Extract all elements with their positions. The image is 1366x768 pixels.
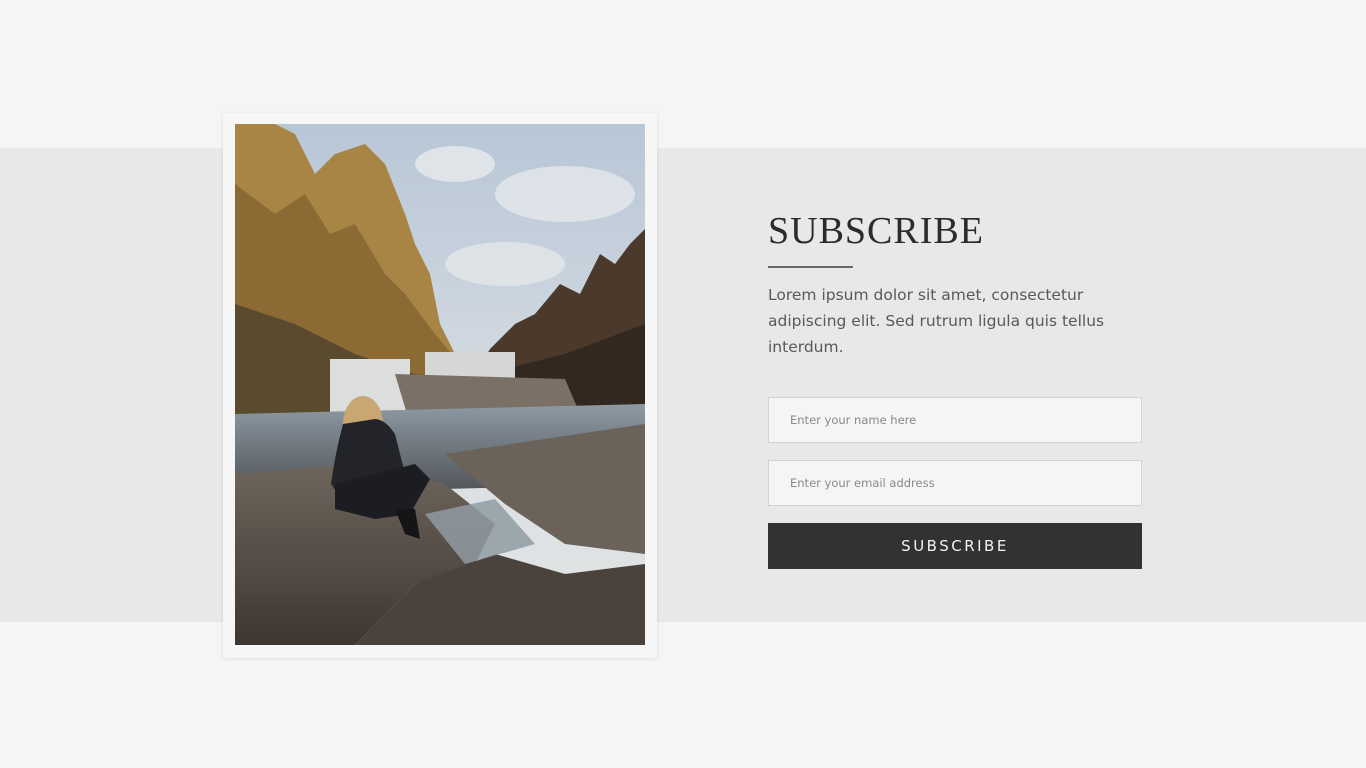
subscribe-button[interactable]: SUBSCRIBE (768, 523, 1142, 569)
waterfall-photo (235, 124, 645, 645)
subscribe-title: SUBSCRIBE (768, 210, 984, 252)
subscribe-panel: SUBSCRIBE Lorem ipsum dolor sit amet, co… (768, 205, 1142, 569)
photo-card (223, 113, 657, 658)
background-band (0, 148, 1366, 622)
subscribe-description: Lorem ipsum dolor sit amet, consectetur … (768, 286, 1105, 356)
name-input[interactable] (768, 397, 1142, 443)
email-input[interactable] (768, 460, 1142, 506)
title-underline (768, 266, 853, 268)
